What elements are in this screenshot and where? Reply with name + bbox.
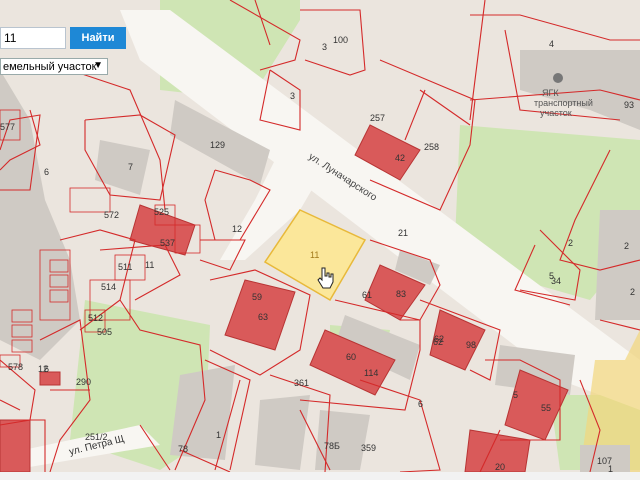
parcel-number: 359 [361,443,376,453]
parcel-number: 100 [333,35,348,45]
parcel-number: 62 [434,334,444,344]
parcel-number: 511 [118,262,132,272]
layer-select-value: емельный участок [3,60,97,73]
search-toolbar: Найти [0,26,126,50]
poi-marker-icon [553,73,563,83]
parcel-number: 4 [549,39,554,49]
parcel-number: 12 [232,224,242,234]
layer-select[interactable]: емельный участок ▼ [0,58,108,75]
parcel-number: 257 [370,113,385,123]
parcel-number: 577 [0,122,15,132]
parcel-number: 114 [364,368,378,378]
parcel-number: 251/2 [85,432,108,442]
parcel-number: 55 [541,403,551,413]
find-button[interactable]: Найти [70,27,126,49]
parcel-number: 525 [154,207,169,217]
parcel-number: 2 [568,238,573,248]
parcel-number: 60 [346,352,356,362]
parcel-number: 129 [210,140,225,150]
parcel-number: 2 [630,287,635,297]
parcel-number: 42 [395,153,405,163]
parcel-number: 98 [466,340,476,350]
parcel-number: 83 [396,289,406,299]
parcel-number: 361 [294,378,309,388]
parcel-number: 258 [424,142,439,152]
parcel-number: 21 [398,228,408,238]
selected-parcel-label: 11 [310,250,319,260]
poi-title-1: ЯГК [542,88,559,98]
parcel-number: 7 [128,162,133,172]
parcel-number: 63 [258,312,268,322]
bottom-strip [0,472,640,480]
parcel-number: 290 [76,377,91,387]
parcel-number: 20 [495,462,505,472]
poi-title-2: транспортный [534,98,593,108]
parcel-number: 12 [38,364,48,374]
parcel-number: 512 [88,313,103,323]
parcel-number: 61 [362,290,372,300]
parcel-number: 78 [178,444,188,454]
poi-title-3: участок [540,108,572,118]
parcel-number: 5 [513,390,518,400]
parcel-number: 6 [44,167,49,177]
parcel-number: 505 [97,327,112,337]
parcel-number: 93 [624,100,634,110]
parcel-number: 1 [216,430,221,440]
search-input[interactable] [0,27,66,49]
parcel-number: 59 [252,292,262,302]
parcel-number: 572 [104,210,119,220]
parcel-number: 3 [322,42,327,52]
parcel-number: 578 [8,362,23,372]
parcel-number: 11 [145,260,154,270]
parcel-number: 6 [418,399,423,409]
parcel-number: 514 [101,282,116,292]
parcel-number: 78Б [324,441,340,451]
parcel-number: 5 [549,271,554,281]
parcel-number: 2 [624,241,629,251]
parcel-number: 3 [290,91,295,101]
parcel-number: 537 [160,238,175,248]
chevron-down-icon: ▼ [93,60,103,71]
